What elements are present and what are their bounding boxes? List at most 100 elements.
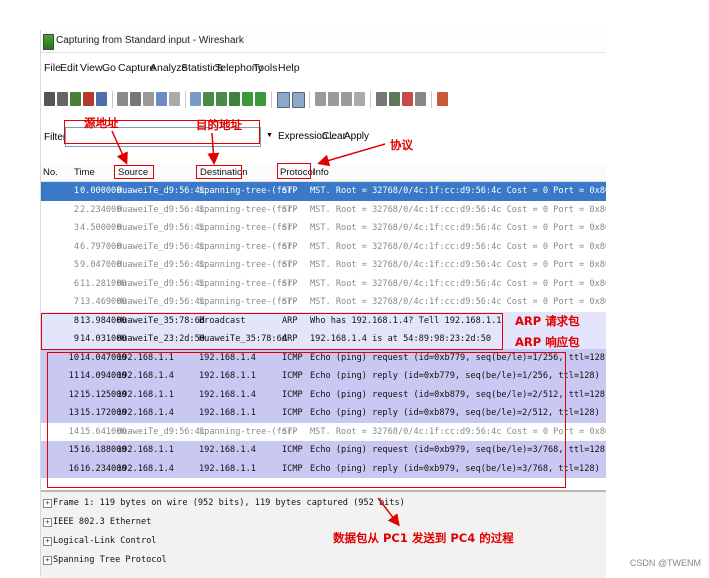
packet-time: 2.234000 [80,204,122,215]
packet-no: 3 [73,223,79,233]
packet-row[interactable]: 1 0.000000 HuaweiTe_d9:56:4c Spanning-tree-… [41,182,606,201]
close-file-icon[interactable] [143,92,154,106]
packet-row[interactable]: 4 6.797000 HuaweiTe_d9:56:4c Spanning-tree-… [41,237,606,256]
help-icon[interactable] [437,92,448,106]
toolbar-separator [271,91,272,108]
expand-icon[interactable]: + [43,537,52,546]
packet-info: MST. Root = 32768/0/4c:1f:cc:d9:56:4c Co… [310,297,606,307]
zoom-in-icon[interactable] [315,92,326,106]
icmp-highlight-box [47,352,566,488]
reload-icon[interactable] [156,92,167,106]
go-last-icon[interactable] [255,92,266,106]
wireshark-window: Capturing from Standard input - Wireshar… [40,30,606,578]
auto-scroll-icon[interactable] [292,92,305,108]
packet-no: 4 [73,241,79,252]
coloring-rules-icon[interactable] [402,92,413,106]
packet-row[interactable]: 7 13.469000 HuaweiTe_d9:56:4c Spanning-tree… [41,293,606,312]
packet-protocol: STP [282,278,298,289]
packet-row[interactable]: 2 2.234000 HuaweiTe_d9:56:4c Spanning-tree-… [41,200,606,219]
packet-no: 6 [73,278,79,289]
clear-button[interactable]: Clear [322,131,346,142]
packet-row[interactable]: 5 9.047000 HuaweiTe_d9:56:4c Spanning-tree-… [41,256,606,275]
source-highlight-box [114,165,154,179]
destination-highlight-box [196,165,242,179]
packet-source: HuaweiTe_d9:56:4c [117,297,205,307]
packet-protocol: STP [282,241,298,252]
annotation-destination: 目的地址 [196,118,242,132]
packet-info: MST. Root = 32768/0/4c:1f:cc:d9:56:4c Co… [310,186,606,196]
expand-icon[interactable]: + [43,518,52,527]
start-capture-icon[interactable] [70,92,81,106]
menu-help[interactable]: Help [278,62,300,74]
normal-size-icon[interactable] [341,92,352,106]
packet-source: HuaweiTe_d9:56:4c [117,204,205,215]
packet-time: 6.797000 [80,241,122,252]
go-forward-icon[interactable] [216,92,227,106]
packet-protocol: STP [282,186,298,196]
packet-source: HuaweiTe_d9:56:4c [117,186,205,196]
toolbar-separator [309,91,310,108]
annotation-source: 源地址 [84,116,119,130]
packet-protocol: STP [282,204,298,215]
menu-tools[interactable]: Tools [253,62,278,74]
restart-capture-icon[interactable] [96,92,107,106]
packet-source: HuaweiTe_d9:56:4c [117,241,205,252]
display-filters-icon[interactable] [389,92,400,106]
packet-time: 9.047000 [80,260,122,270]
go-to-packet-icon[interactable] [229,92,240,106]
annotation-protocol: 协议 [390,138,413,152]
packet-no: 2 [73,204,79,215]
arp-highlight-box [41,313,503,350]
annotation-process: 数据包从 PC1 发送到 PC4 的过程 [333,531,514,545]
packet-source: HuaweiTe_d9:56:4c [117,260,205,270]
column-info[interactable]: Info [313,167,329,178]
wireshark-app-icon [43,34,54,50]
packet-protocol: STP [282,223,298,233]
stop-capture-icon[interactable] [83,92,94,106]
options-icon[interactable] [57,92,68,106]
zoom-out-icon[interactable] [328,92,339,106]
apply-button[interactable]: Apply [344,131,369,142]
expand-icon[interactable]: + [43,556,52,565]
packet-time: 0.000000 [80,186,122,196]
watermark: CSDN @TWENM [629,558,701,568]
colorize-icon[interactable] [277,92,290,108]
packet-details-pane: + Frame 1: 119 bytes on wire (952 bits),… [41,490,606,578]
toolbar-separator [185,91,186,108]
column-time[interactable]: Time [74,167,95,178]
toolbar-separator [431,91,432,108]
packet-no: 1 [73,186,79,196]
menu-edit[interactable]: Edit [60,62,78,74]
packet-info: MST. Root = 32768/0/4c:1f:cc:d9:56:4c Co… [310,278,606,289]
capture-filters-icon[interactable] [376,92,387,106]
save-file-icon[interactable] [130,92,141,106]
toolbar-separator [370,91,371,108]
filter-dropdown-icon[interactable]: ▼ [266,132,273,139]
expand-icon[interactable]: + [43,499,52,508]
main-toolbar [41,88,606,112]
packet-info: MST. Root = 32768/0/4c:1f:cc:d9:56:4c Co… [310,241,606,252]
open-file-icon[interactable] [117,92,128,106]
window-title: Capturing from Standard input - Wireshar… [56,35,244,46]
packet-info: MST. Root = 32768/0/4c:1f:cc:d9:56:4c Co… [310,260,606,270]
annotation-arp-request: ARP 请求包 [515,314,580,328]
go-first-icon[interactable] [242,92,253,106]
annotation-arp-reply: ARP 响应包 [515,335,580,349]
find-packet-icon[interactable] [190,92,201,106]
menu-file[interactable]: File [44,62,61,74]
resize-columns-icon[interactable] [354,92,365,106]
menu-go[interactable]: Go [102,62,116,74]
packet-info: MST. Root = 32768/0/4c:1f:cc:d9:56:4c Co… [310,223,606,233]
packet-row[interactable]: 3 4.500000 HuaweiTe_d9:56:4c Spanning-tree-… [41,219,606,238]
packet-no: 7 [73,297,79,307]
packet-source: HuaweiTe_d9:56:4c [117,223,205,233]
print-icon[interactable] [169,92,180,106]
column-no[interactable]: No. [43,167,58,178]
menu-view[interactable]: View [80,62,103,74]
packet-row[interactable]: 6 11.281000 HuaweiTe_d9:56:4c Spanning-tree… [41,274,606,293]
packet-protocol: STP [282,297,298,307]
go-back-icon[interactable] [203,92,214,106]
interfaces-icon[interactable] [44,92,55,106]
toolbar-separator [112,91,113,108]
preferences-icon[interactable] [415,92,426,106]
